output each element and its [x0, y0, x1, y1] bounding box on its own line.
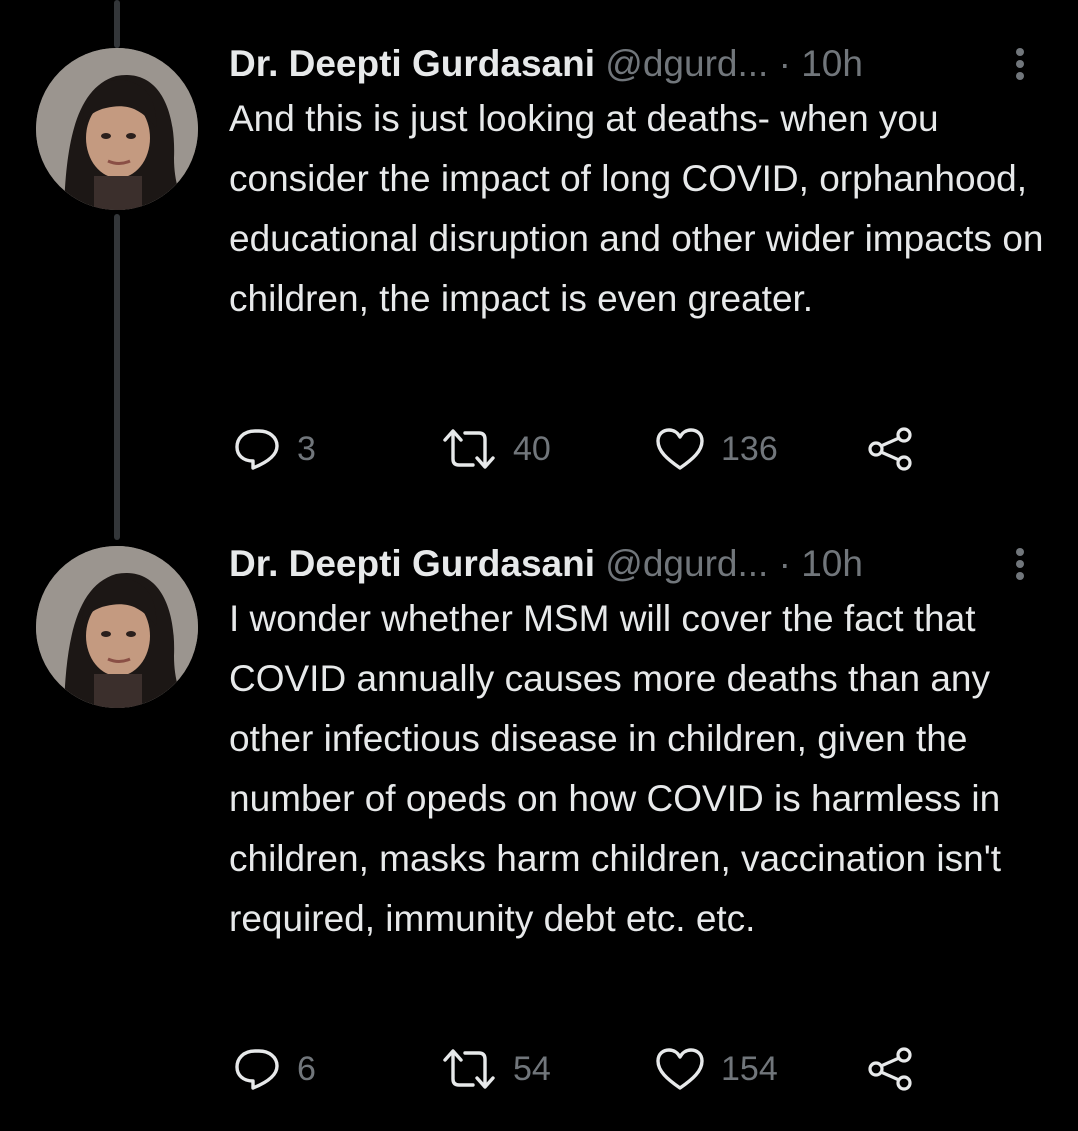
tweet[interactable]: Dr. Deepti Gurdasani @dgurd... · 10h I w…: [0, 542, 1078, 1102]
share-button[interactable]: [867, 424, 915, 474]
reply-button[interactable]: 3: [233, 424, 316, 474]
heart-icon: [656, 1048, 704, 1090]
display-name[interactable]: Dr. Deepti Gurdasani: [229, 43, 595, 84]
tweet[interactable]: Dr. Deepti Gurdasani @dgurd... · 10h And…: [0, 42, 1078, 482]
tweet-actions: 3 40 136: [229, 424, 929, 474]
retweet-button[interactable]: 40: [441, 424, 551, 474]
retweet-icon: [443, 1049, 495, 1089]
share-icon: [868, 427, 912, 471]
separator: ·: [778, 43, 791, 84]
like-button[interactable]: 136: [655, 424, 778, 474]
share-button[interactable]: [867, 1044, 915, 1094]
more-vertical-icon[interactable]: [1008, 544, 1032, 584]
reply-count: 6: [297, 1050, 316, 1088]
tweet-text: I wonder whether MSM will cover the fact…: [229, 598, 1002, 939]
like-count: 154: [721, 1050, 778, 1088]
thread-line-top: [114, 0, 120, 48]
reply-icon: [235, 429, 279, 470]
avatar-image: [36, 48, 198, 210]
avatar-image: [36, 546, 198, 708]
avatar[interactable]: [36, 546, 198, 708]
reply-count: 3: [297, 430, 316, 468]
timestamp[interactable]: 10h: [801, 43, 863, 84]
reply-icon: [235, 1049, 279, 1090]
handle[interactable]: @dgurd...: [605, 543, 768, 584]
separator: ·: [778, 543, 791, 584]
heart-icon: [656, 428, 704, 470]
share-icon: [868, 1047, 912, 1091]
reply-button[interactable]: 6: [233, 1044, 316, 1094]
tweet-actions: 6 54 154: [229, 1044, 929, 1094]
tweet-header: Dr. Deepti Gurdasani @dgurd... · 10h: [229, 542, 863, 586]
handle[interactable]: @dgurd...: [605, 43, 768, 84]
retweet-count: 40: [513, 430, 551, 468]
tweet-text: And this is just looking at deaths- when…: [229, 98, 1044, 319]
tweet-header: Dr. Deepti Gurdasani @dgurd... · 10h: [229, 42, 863, 86]
retweet-count: 54: [513, 1050, 551, 1088]
more-vertical-icon[interactable]: [1008, 44, 1032, 84]
retweet-button[interactable]: 54: [441, 1044, 551, 1094]
retweet-icon: [443, 429, 495, 469]
avatar[interactable]: [36, 48, 198, 210]
display-name[interactable]: Dr. Deepti Gurdasani: [229, 543, 595, 584]
timestamp[interactable]: 10h: [801, 543, 863, 584]
like-button[interactable]: 154: [655, 1044, 778, 1094]
like-count: 136: [721, 430, 778, 468]
